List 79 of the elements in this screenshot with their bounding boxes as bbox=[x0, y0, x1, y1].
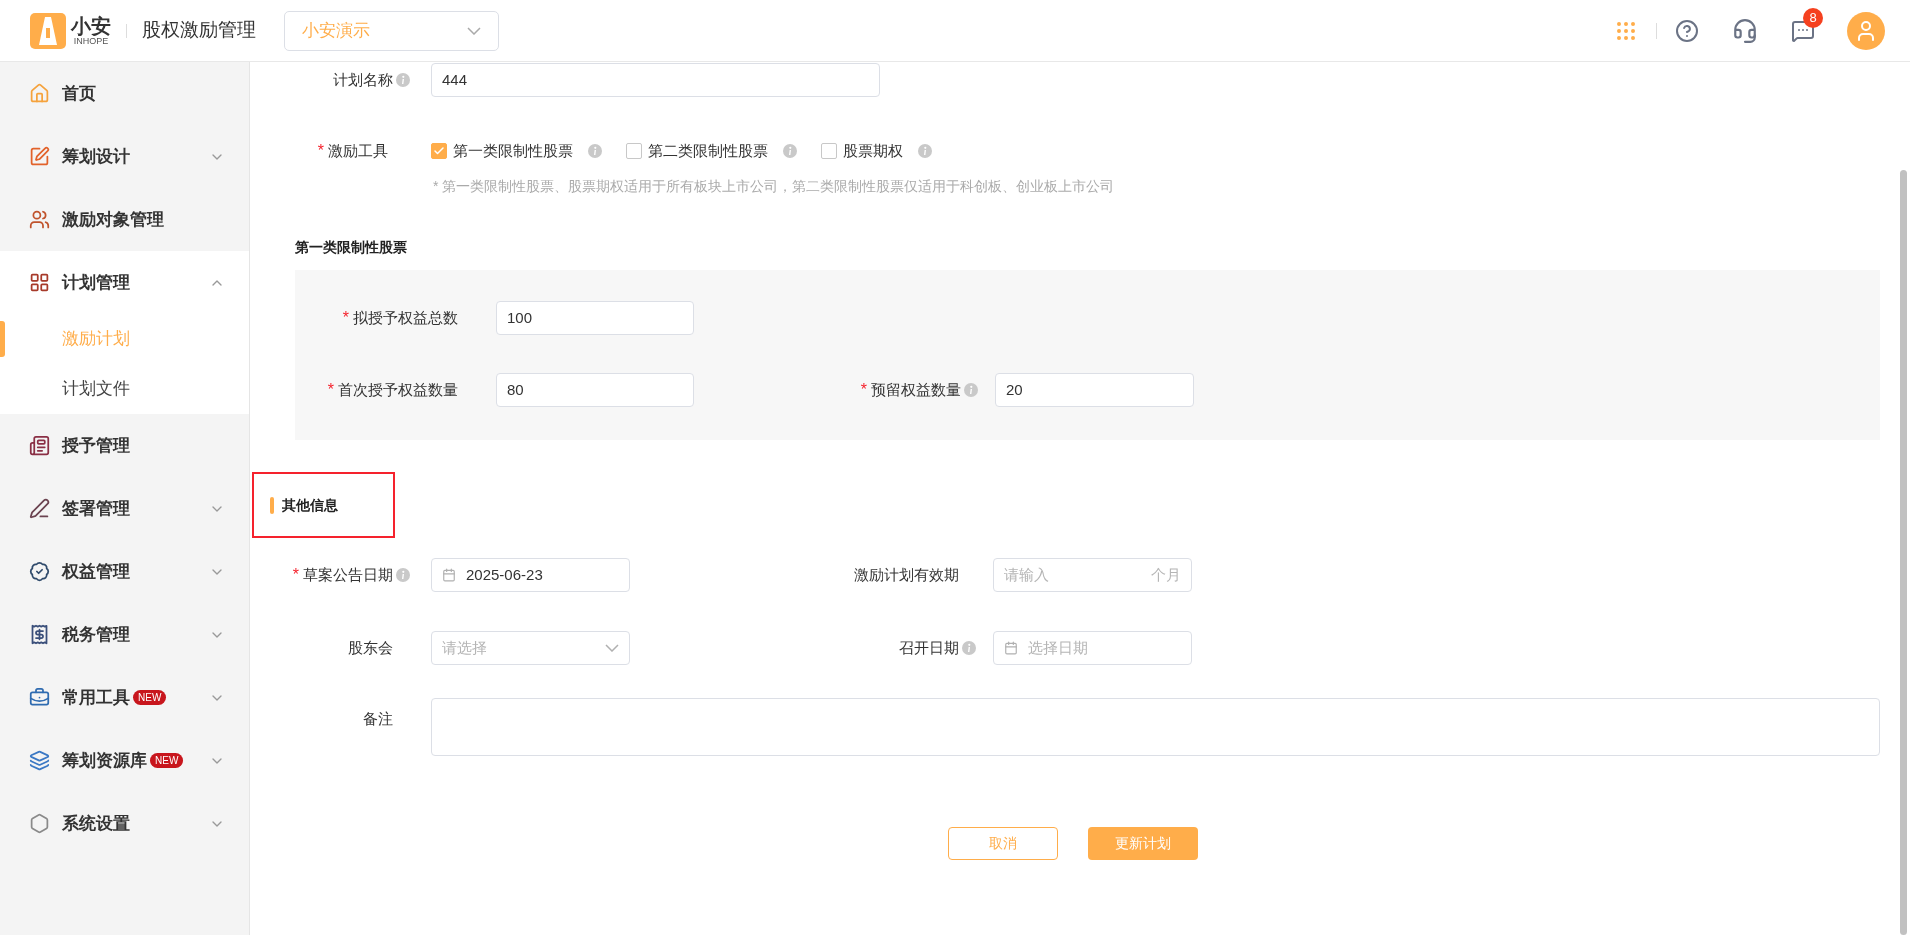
info-icon bbox=[396, 568, 410, 582]
logo-text: 小安 bbox=[71, 15, 111, 36]
info-icon bbox=[588, 144, 602, 158]
info-icon bbox=[396, 73, 410, 87]
menu-icon bbox=[29, 209, 50, 230]
menu-icon bbox=[29, 687, 50, 708]
sidebar-item[interactable]: 税务管理 bbox=[0, 603, 249, 666]
sidebar-item[interactable]: 筹划设计 bbox=[0, 125, 249, 188]
headset-icon[interactable] bbox=[1732, 17, 1758, 44]
menu-icon bbox=[29, 813, 50, 834]
info-icon bbox=[783, 144, 797, 158]
required-mark: * bbox=[317, 141, 324, 161]
hint-text: * 第一类限制性股票、股票期权适用于所有板块上市公司，第二类限制性股票仅适用于科创板、创业板上市公司 bbox=[433, 177, 1116, 196]
field-label: 备注 bbox=[363, 709, 393, 729]
chevron-down-icon bbox=[605, 644, 619, 652]
sidebar-item[interactable]: 筹划资源库 NEW bbox=[0, 729, 249, 792]
info-icon bbox=[918, 144, 932, 158]
field-label: 激励计划有效期 bbox=[854, 564, 959, 585]
field-label: 召开日期 bbox=[899, 637, 959, 658]
menu-icon bbox=[29, 561, 50, 582]
sidebar-item[interactable]: 计划管理 bbox=[0, 251, 249, 314]
remark-textarea[interactable] bbox=[431, 698, 1880, 756]
menu-icon bbox=[29, 146, 50, 167]
section-accent-bar bbox=[270, 496, 274, 514]
field-label: 首次授予权益数量 bbox=[338, 379, 458, 400]
section-title: 第一类限制性股票 bbox=[295, 238, 408, 257]
field-label: 计划名称 bbox=[333, 69, 393, 90]
checkbox-label: 第一类限制性股票 bbox=[453, 140, 573, 161]
new-badge: NEW bbox=[133, 690, 167, 705]
field-label: 股东会 bbox=[348, 637, 393, 658]
sidebar-item[interactable]: 常用工具 NEW bbox=[0, 666, 249, 729]
unit-label: 个月 bbox=[1151, 564, 1181, 585]
sidebar-item[interactable]: 系统设置 bbox=[0, 792, 249, 855]
date-field[interactable]: 2025-06-23 bbox=[431, 558, 630, 592]
checkbox-label: 第二类限制性股票 bbox=[648, 140, 768, 161]
field-label: 预留权益数量 bbox=[871, 379, 961, 400]
info-icon bbox=[962, 641, 976, 655]
sidebar-item[interactable]: 权益管理 bbox=[0, 540, 249, 603]
required-mark: * bbox=[327, 380, 334, 400]
scrollbar-thumb[interactable] bbox=[1900, 170, 1907, 935]
calendar-icon bbox=[1004, 641, 1018, 655]
info-icon bbox=[964, 383, 978, 397]
menu-icon bbox=[29, 272, 50, 293]
logo-subtext: INHOPE bbox=[73, 36, 109, 46]
field-label: 草案公告日期 bbox=[303, 564, 393, 585]
help-icon[interactable] bbox=[1675, 18, 1699, 43]
menu-icon bbox=[29, 498, 50, 519]
submenu-item[interactable]: 计划文件 bbox=[62, 376, 130, 402]
logo-icon bbox=[30, 12, 66, 49]
sidebar-item[interactable]: 授予管理 bbox=[0, 414, 249, 477]
menu-icon bbox=[29, 435, 50, 456]
menu-icon bbox=[29, 83, 50, 104]
chevron-down-icon bbox=[467, 26, 481, 35]
calendar-icon bbox=[442, 568, 456, 582]
app-title: 股权激励管理 bbox=[142, 18, 256, 43]
required-mark: * bbox=[342, 308, 349, 328]
new-badge: NEW bbox=[150, 753, 184, 768]
active-indicator bbox=[0, 321, 5, 357]
avatar[interactable] bbox=[1847, 11, 1885, 50]
section-title: 其他信息 bbox=[282, 495, 338, 515]
input-field[interactable]: 20 bbox=[995, 373, 1194, 407]
menu-icon bbox=[29, 624, 50, 645]
required-mark: * bbox=[860, 380, 867, 400]
notification-badge: 8 bbox=[1803, 7, 1823, 28]
checkbox[interactable] bbox=[431, 143, 447, 159]
sidebar-item[interactable]: 签署管理 bbox=[0, 477, 249, 540]
input-field[interactable]: 80 bbox=[496, 373, 694, 407]
menu-icon bbox=[29, 750, 50, 771]
input-field[interactable]: 100 bbox=[496, 301, 694, 335]
sidebar-item[interactable]: 激励对象管理 bbox=[0, 188, 249, 251]
required-mark: * bbox=[292, 565, 299, 585]
checkmark-icon bbox=[433, 145, 445, 157]
field-label: 激励工具 bbox=[328, 140, 388, 161]
input-field[interactable]: 444 bbox=[431, 63, 880, 97]
field-label: 拟授予权益总数 bbox=[353, 307, 458, 328]
checkbox[interactable] bbox=[626, 143, 642, 159]
checkbox[interactable] bbox=[821, 143, 837, 159]
checkbox-label: 股票期权 bbox=[843, 140, 903, 161]
sidebar-item[interactable]: 首页 bbox=[0, 62, 249, 125]
